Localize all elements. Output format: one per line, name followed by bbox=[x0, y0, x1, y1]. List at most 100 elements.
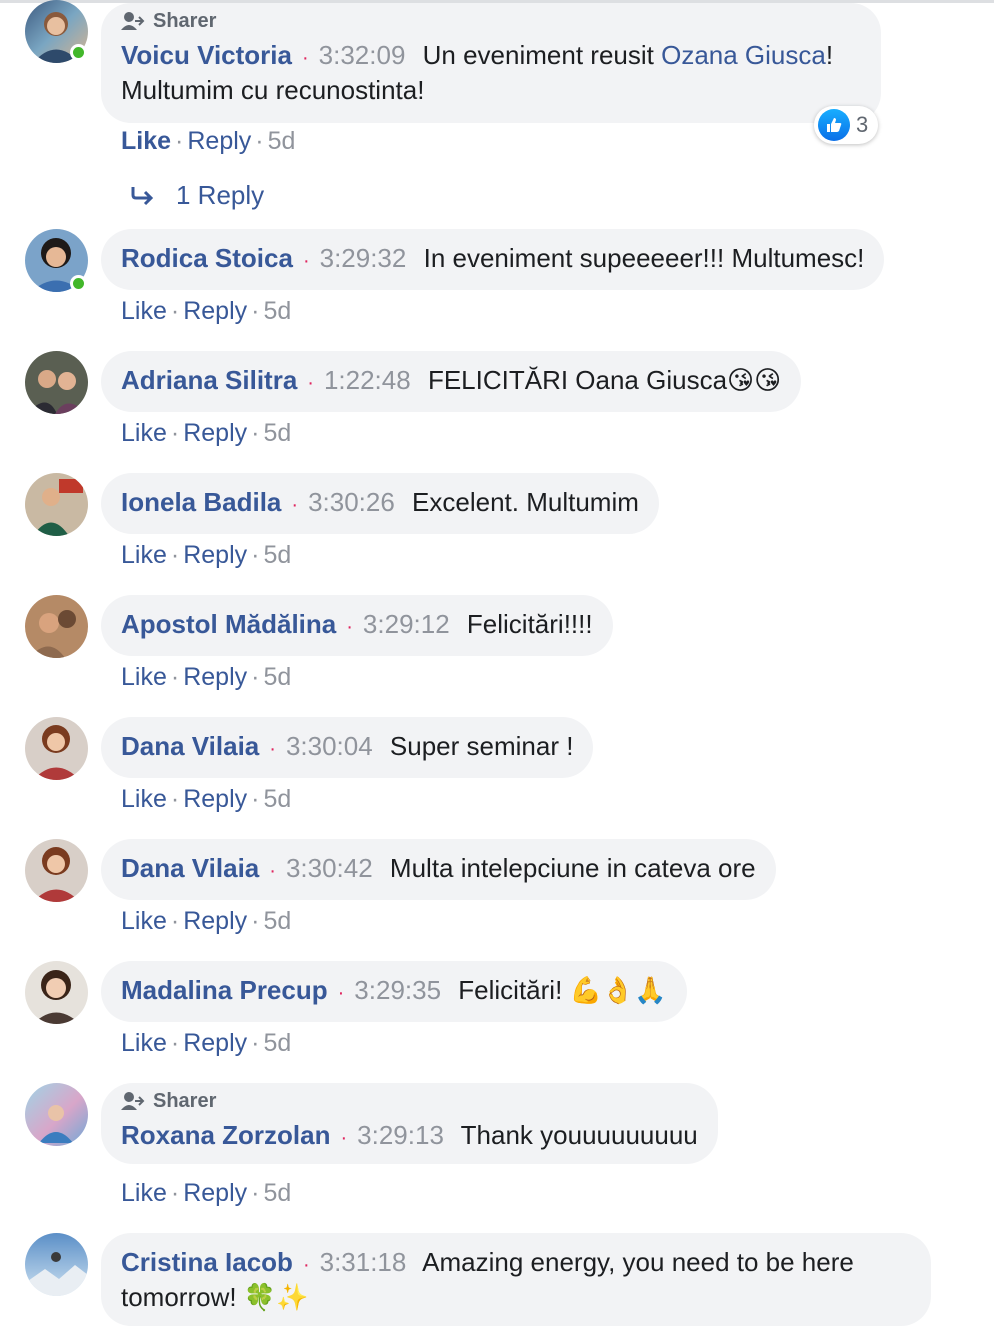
comment-bubble: Rodica Stoica · 3:29:32 In eveniment supee… bbox=[101, 229, 885, 290]
sharer-label: Sharer bbox=[153, 1090, 217, 1112]
comment-actions: Like · Reply · 5d bbox=[121, 541, 292, 569]
reply-link[interactable]: Reply bbox=[183, 1029, 247, 1057]
like-link[interactable]: Like bbox=[121, 663, 167, 691]
comment-bubble: Dana Vilaia · 3:30:42 Multa intelepciune i… bbox=[101, 839, 776, 900]
sharer-icon bbox=[121, 1092, 145, 1110]
comment-timestamp[interactable]: 3:30:42 bbox=[286, 853, 373, 883]
clover-sparkles-emoji: 🍀✨ bbox=[243, 1282, 309, 1312]
avatar[interactable] bbox=[25, 351, 88, 414]
separator-dot: · bbox=[301, 47, 309, 69]
comment-bubble: Apostol Mădălina · 3:29:12 Felicitări!!!! bbox=[101, 595, 613, 656]
comment-age[interactable]: 5d bbox=[268, 127, 296, 155]
comment-author[interactable]: Voicu Victoria bbox=[121, 40, 292, 70]
sharer-icon bbox=[121, 12, 145, 30]
comment-timestamp[interactable]: 3:29:35 bbox=[354, 975, 441, 1005]
avatar[interactable] bbox=[25, 839, 88, 902]
comment-actions: Like · Reply · 5d bbox=[121, 907, 292, 935]
comment-age[interactable]: 5d bbox=[263, 663, 291, 691]
like-link[interactable]: Like bbox=[121, 297, 167, 325]
comment-author[interactable]: Cristina Iacob bbox=[121, 1247, 293, 1277]
comment-bubble: Madalina Precup · 3:29:35 Felicitări! 💪👌🙏 bbox=[101, 961, 687, 1022]
comment-bubble: Adriana Silitra · 1:22:48 FELICITĂRI Oana … bbox=[101, 351, 802, 412]
comment-text: Thank youuuuuuuuu bbox=[460, 1120, 698, 1150]
replies-count[interactable]: 1 Reply bbox=[176, 180, 264, 211]
comment-age[interactable]: 5d bbox=[263, 785, 291, 813]
comment-text: Un eveniment reusit bbox=[422, 40, 654, 70]
comment-actions: Like · Reply · 5d bbox=[121, 1029, 292, 1057]
comment-bubble: Dana Vilaia · 3:30:04 Super seminar ! bbox=[101, 717, 594, 778]
like-link[interactable]: Like bbox=[121, 541, 167, 569]
comment-age[interactable]: 5d bbox=[263, 1029, 291, 1057]
kiss-emoji: 😘😘 bbox=[727, 365, 782, 395]
comment-actions: Like · Reply · 5d bbox=[121, 1179, 292, 1207]
comment-timestamp[interactable]: 3:29:32 bbox=[320, 243, 407, 273]
comment-timestamp[interactable]: 3:31:18 bbox=[320, 1247, 407, 1277]
online-status-icon bbox=[70, 44, 87, 61]
comment-age[interactable]: 5d bbox=[263, 1179, 291, 1207]
avatar[interactable] bbox=[25, 1083, 88, 1146]
comment-text: Amazing energy, you need to be here bbox=[422, 1247, 854, 1277]
avatar-image bbox=[39, 1105, 73, 1143]
comment-timestamp[interactable]: 3:29:13 bbox=[357, 1120, 444, 1150]
reply-link[interactable]: Reply bbox=[183, 785, 247, 813]
comment-age[interactable]: 5d bbox=[263, 541, 291, 569]
comment-author[interactable]: Dana Vilaia bbox=[121, 731, 259, 761]
avatar[interactable] bbox=[25, 961, 88, 1024]
avatar-image bbox=[25, 1252, 88, 1296]
avatar-image bbox=[33, 970, 80, 1024]
comment-author[interactable]: Adriana Silitra bbox=[121, 365, 297, 395]
comment-timestamp[interactable]: 3:32:09 bbox=[319, 40, 406, 70]
comment-age[interactable]: 5d bbox=[263, 907, 291, 935]
comment-author[interactable]: Rodica Stoica bbox=[121, 243, 293, 273]
comment-timestamp[interactable]: 3:30:26 bbox=[308, 487, 395, 517]
reply-link[interactable]: Reply bbox=[187, 127, 251, 155]
like-link[interactable]: Like bbox=[121, 1029, 167, 1057]
comment-actions: Like · Reply · 5d bbox=[121, 785, 292, 813]
comment-author[interactable]: Apostol Mădălina bbox=[121, 609, 336, 639]
comment-timestamp[interactable]: 3:30:04 bbox=[286, 731, 373, 761]
avatar-image bbox=[29, 610, 76, 658]
like-link[interactable]: Like bbox=[121, 907, 167, 935]
comment-author[interactable]: Dana Vilaia bbox=[121, 853, 259, 883]
comment-actions: Like · Reply · 5d bbox=[121, 419, 292, 447]
like-link[interactable]: Like bbox=[121, 419, 167, 447]
reply-link[interactable]: Reply bbox=[183, 541, 247, 569]
avatar[interactable] bbox=[25, 717, 88, 780]
like-reaction-icon bbox=[818, 109, 850, 141]
reply-link[interactable]: Reply bbox=[183, 419, 247, 447]
reply-link[interactable]: Reply bbox=[183, 1179, 247, 1207]
comment-age[interactable]: 5d bbox=[263, 419, 291, 447]
reply-link[interactable]: Reply bbox=[183, 907, 247, 935]
avatar-image bbox=[33, 847, 80, 902]
reply-link[interactable]: Reply bbox=[183, 297, 247, 325]
reply-link[interactable]: Reply bbox=[183, 663, 247, 691]
mention-link[interactable]: Ozana Giusca bbox=[661, 40, 826, 70]
comment-actions: Like · Reply · 5d bbox=[121, 297, 292, 325]
comment-text: FELICITĂRI Oana Giusca bbox=[427, 365, 728, 395]
avatar-image bbox=[33, 479, 83, 536]
like-link[interactable]: Like bbox=[121, 1179, 167, 1207]
sharer-badge: Sharer bbox=[121, 1089, 698, 1113]
comment-author[interactable]: Roxana Zorzolan bbox=[121, 1120, 330, 1150]
comment-author[interactable]: Ionela Badila bbox=[121, 487, 281, 517]
comment-timestamp[interactable]: 1:22:48 bbox=[324, 365, 411, 395]
comment-timestamp[interactable]: 3:29:12 bbox=[363, 609, 450, 639]
avatar[interactable] bbox=[25, 473, 88, 536]
comment-text: Felicitări!!!! bbox=[466, 609, 593, 639]
like-link[interactable]: Like bbox=[121, 127, 171, 155]
comment-text: In eveniment supeeeeer!!! Multumesc! bbox=[423, 243, 865, 273]
comment-bubble: Cristina Iacob · 3:31:18 Amazing energy, y… bbox=[101, 1233, 931, 1326]
view-replies-link[interactable]: 1 Reply bbox=[130, 180, 264, 211]
avatar[interactable] bbox=[25, 1233, 88, 1296]
comment-text-line2: tomorrow! bbox=[121, 1282, 237, 1312]
reaction-count: 3 bbox=[856, 112, 869, 137]
comment-author[interactable]: Madalina Precup bbox=[121, 975, 328, 1005]
comment-age[interactable]: 5d bbox=[263, 297, 291, 325]
like-link[interactable]: Like bbox=[121, 785, 167, 813]
sharer-label: Sharer bbox=[153, 10, 217, 32]
avatar[interactable] bbox=[25, 595, 88, 658]
online-status-icon bbox=[70, 275, 87, 292]
comment-text-end: ! bbox=[825, 40, 834, 70]
reaction-summary[interactable]: 3 bbox=[814, 106, 879, 144]
comment-bubble: Sharer Roxana Zorzolan · 3:29:13 Thank you… bbox=[101, 1083, 718, 1164]
